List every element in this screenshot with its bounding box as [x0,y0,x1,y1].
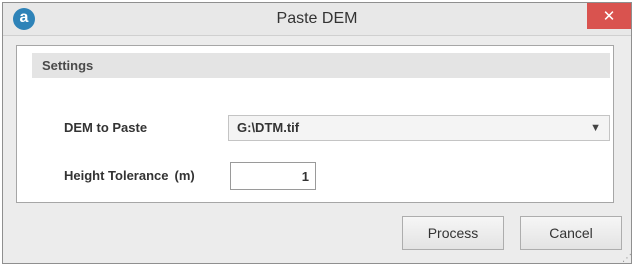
process-button[interactable]: Process [402,216,504,250]
close-button[interactable]: ✕ [587,3,631,29]
resize-grip-icon[interactable]: ⋰ [622,254,632,264]
height-tolerance-text: Height Tolerance [64,168,169,183]
title-bar: a Paste DEM ✕ [3,3,631,36]
cancel-button[interactable]: Cancel [520,216,622,250]
dem-selected-value: G:\DTM.tif [237,120,300,135]
dem-to-paste-label: DEM to Paste [64,120,148,135]
height-tolerance-input[interactable] [230,162,316,190]
settings-group-header: Settings [32,53,610,78]
close-icon: ✕ [602,7,616,25]
window-title: Paste DEM [276,10,358,27]
chevron-down-icon: ▼ [590,122,601,134]
height-tolerance-label: Height Tolerance (m) [64,168,195,183]
dem-select[interactable]: G:\DTM.tif ▼ [228,115,610,141]
height-unit: (m) [174,168,195,183]
